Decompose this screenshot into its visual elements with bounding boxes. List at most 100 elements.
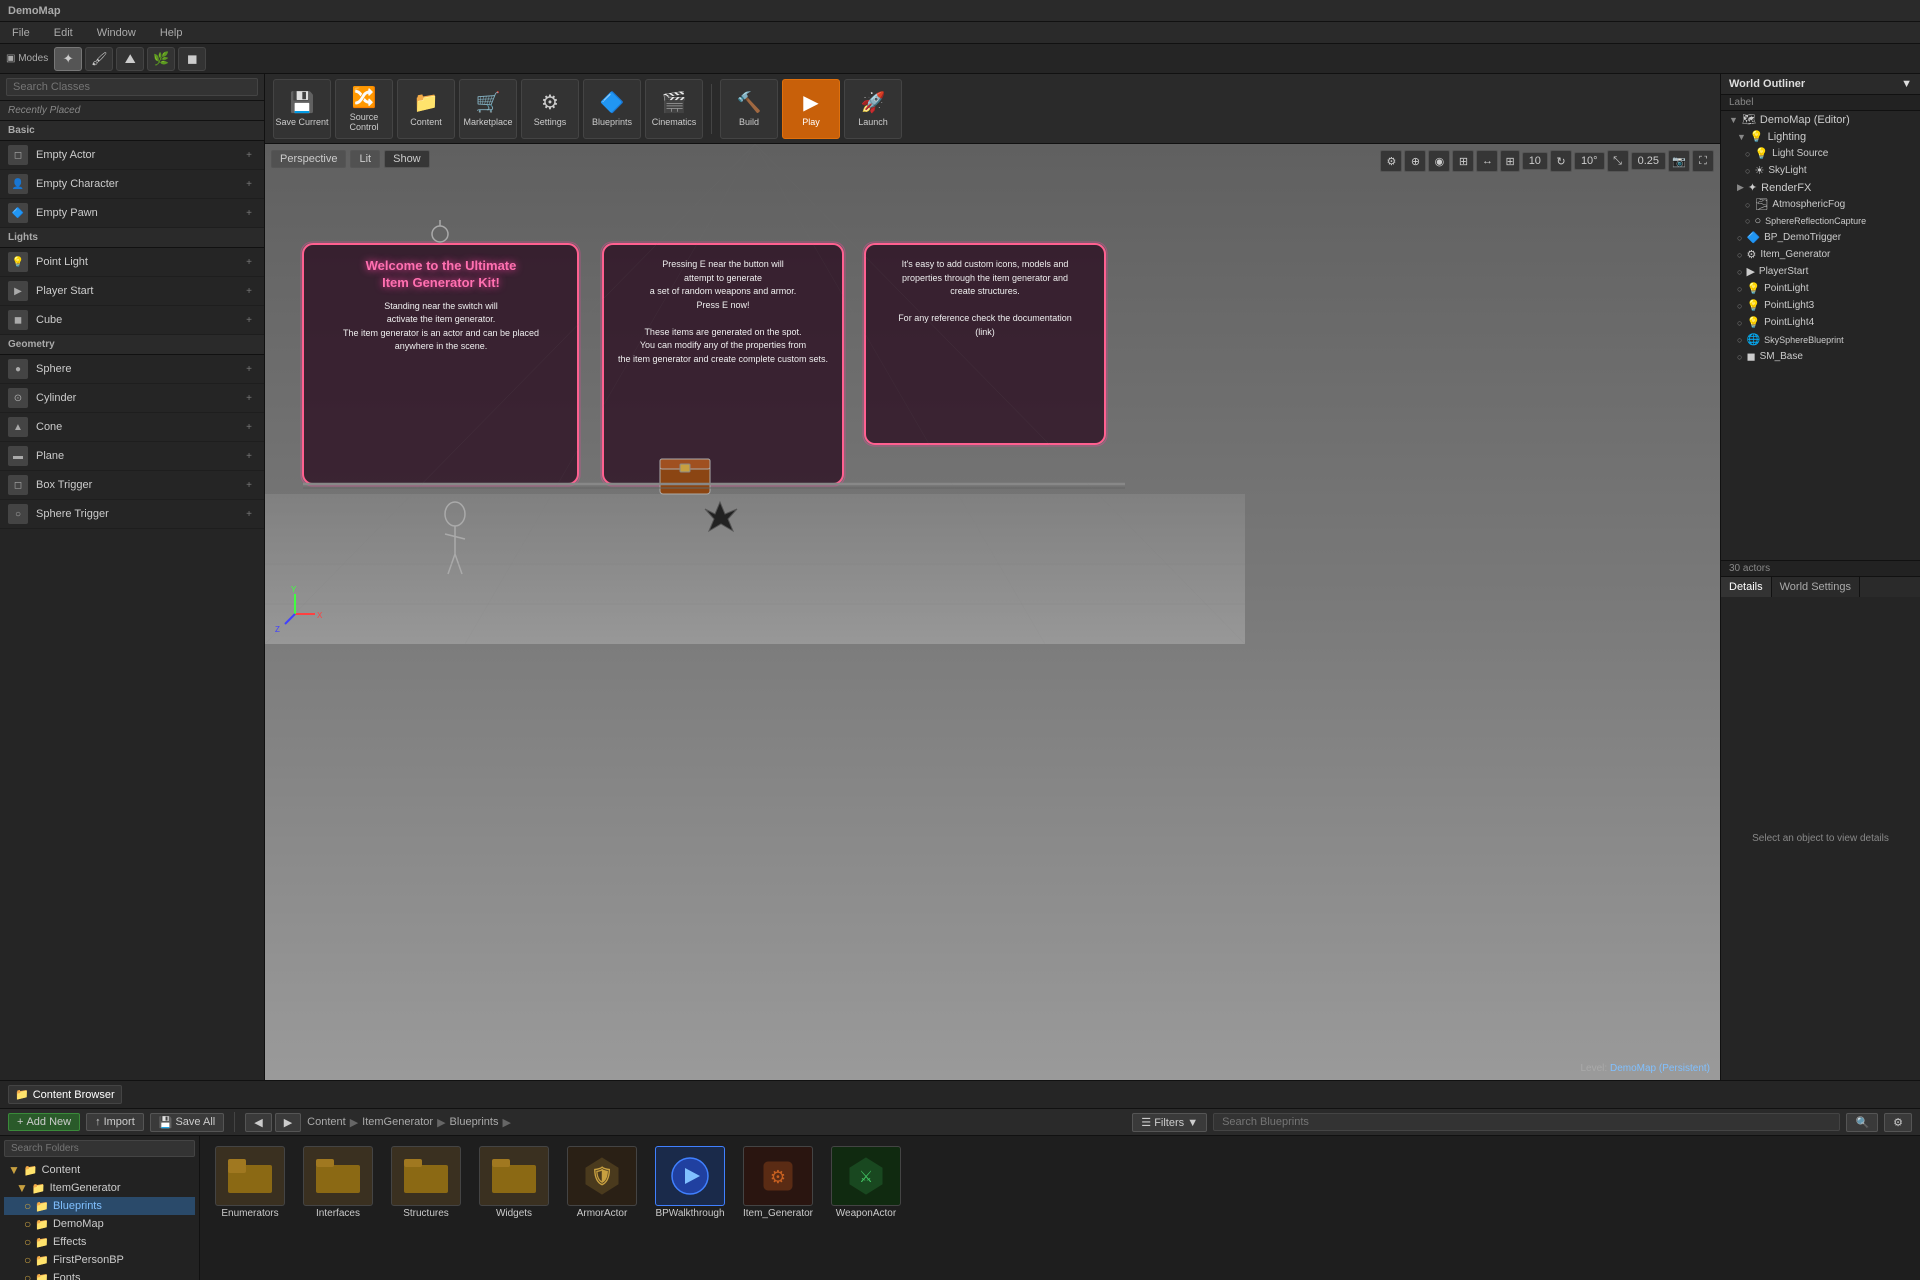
vp-icon5[interactable]: ↔ bbox=[1476, 150, 1498, 172]
vp-icon2[interactable]: ⊕ bbox=[1404, 150, 1426, 172]
nav-forward[interactable]: ▶ bbox=[275, 1113, 301, 1132]
vp-icon4[interactable]: ⊞ bbox=[1452, 150, 1474, 172]
mode-geometry-btn[interactable]: ◼ bbox=[178, 47, 206, 71]
asset-bpwalkthrough[interactable]: BPWalkthrough bbox=[650, 1146, 730, 1219]
cylinder-add[interactable]: + bbox=[242, 391, 256, 405]
folder-search-input[interactable] bbox=[4, 1140, 195, 1157]
menu-window[interactable]: Window bbox=[93, 25, 140, 41]
cinematics-button[interactable]: 🎬 Cinematics bbox=[645, 79, 703, 139]
outliner-item-pointlight[interactable]: ○💡PointLight bbox=[1721, 280, 1920, 297]
vp-snap-rot[interactable]: ↻ bbox=[1550, 150, 1572, 172]
cone-add[interactable]: + bbox=[242, 420, 256, 434]
empty-actor-item[interactable]: ◻ Empty Actor + bbox=[0, 141, 264, 170]
breadcrumb-content[interactable]: Content bbox=[307, 1116, 346, 1128]
vp-icon3[interactable]: ◉ bbox=[1428, 150, 1450, 172]
nav-back[interactable]: ◀ bbox=[245, 1113, 271, 1132]
asset-enumerators[interactable]: Enumerators bbox=[210, 1146, 290, 1219]
filters-button[interactable]: ☰ Filters ▼ bbox=[1132, 1113, 1207, 1132]
folder-demomap[interactable]: ○ 📁 DemoMap bbox=[4, 1215, 195, 1233]
save-all-button[interactable]: 💾 Save All bbox=[150, 1113, 224, 1132]
outliner-item-renderfx[interactable]: ▶✦RenderFX bbox=[1721, 179, 1920, 196]
menu-edit[interactable]: Edit bbox=[50, 25, 77, 41]
build-button[interactable]: 🔨 Build bbox=[720, 79, 778, 139]
vp-camera-speed[interactable]: 📷 bbox=[1668, 150, 1690, 172]
empty-pawn-item[interactable]: 🔷 Empty Pawn + bbox=[0, 199, 264, 228]
asset-armoractor[interactable]: 🛡 ArmorActor bbox=[562, 1146, 642, 1219]
asset-item-generator[interactable]: ⚙ Item_Generator bbox=[738, 1146, 818, 1219]
plane-add[interactable]: + bbox=[242, 449, 256, 463]
tab-details[interactable]: Details bbox=[1721, 577, 1772, 597]
cone-item[interactable]: ▲ Cone + bbox=[0, 413, 264, 442]
vp-snap-grid[interactable]: ⊞ bbox=[1500, 150, 1519, 172]
tab-world-settings[interactable]: World Settings bbox=[1772, 577, 1860, 597]
outliner-item-smbase[interactable]: ○◼SM_Base bbox=[1721, 348, 1920, 365]
mode-place-btn[interactable]: ✦ bbox=[54, 47, 82, 71]
folder-fonts[interactable]: ○ 📁 Fonts bbox=[4, 1269, 195, 1280]
outliner-item-demomap[interactable]: ▼🗺DemoMap (Editor) bbox=[1721, 111, 1920, 128]
point-light-add[interactable]: + bbox=[242, 255, 256, 269]
launch-button[interactable]: 🚀 Launch bbox=[844, 79, 902, 139]
marketplace-button[interactable]: 🛒 Marketplace bbox=[459, 79, 517, 139]
settings-button[interactable]: ⚙ Settings bbox=[521, 79, 579, 139]
content-browser-tab[interactable]: 📁 Content Browser bbox=[8, 1085, 122, 1104]
mode-foliage-btn[interactable]: 🌿 bbox=[147, 47, 175, 71]
asset-weaponactor[interactable]: ⚔ WeaponActor bbox=[826, 1146, 906, 1219]
breadcrumb-blueprints[interactable]: Blueprints bbox=[450, 1116, 499, 1128]
outliner-item-itemgenerator[interactable]: ○⚙Item_Generator bbox=[1721, 246, 1920, 263]
outliner-item-skylight[interactable]: ○☀SkyLight bbox=[1721, 162, 1920, 179]
outliner-item-bpdemotrigger[interactable]: ○🔷BP_DemoTrigger bbox=[1721, 229, 1920, 246]
cube-item[interactable]: ◼ Cube + bbox=[0, 306, 264, 335]
empty-character-item[interactable]: 👤 Empty Character + bbox=[0, 170, 264, 199]
mode-landscape-btn[interactable]: ⛰ bbox=[116, 47, 144, 71]
asset-interfaces[interactable]: Interfaces bbox=[298, 1146, 378, 1219]
outliner-item-atmosphericfog[interactable]: ○🌫AtmosphericFog bbox=[1721, 196, 1920, 213]
play-button[interactable]: ▶ Play bbox=[782, 79, 840, 139]
empty-pawn-add[interactable]: + bbox=[242, 206, 256, 220]
category-geometry[interactable]: Geometry bbox=[0, 335, 264, 355]
perspective-button[interactable]: Perspective bbox=[271, 150, 346, 168]
settings-button2[interactable]: ⚙ bbox=[1884, 1113, 1912, 1132]
blueprints-button[interactable]: 🔷 Blueprints bbox=[583, 79, 641, 139]
save-button[interactable]: 💾 Save Current bbox=[273, 79, 331, 139]
empty-actor-add[interactable]: + bbox=[242, 148, 256, 162]
player-start-add[interactable]: + bbox=[242, 284, 256, 298]
menu-help[interactable]: Help bbox=[156, 25, 187, 41]
asset-widgets[interactable]: Widgets bbox=[474, 1146, 554, 1219]
content-button[interactable]: 📁 Content bbox=[397, 79, 455, 139]
asset-search-input[interactable] bbox=[1213, 1113, 1840, 1131]
add-new-button[interactable]: + Add New bbox=[8, 1113, 80, 1131]
outliner-item-pointlight3[interactable]: ○💡PointLight3 bbox=[1721, 297, 1920, 314]
sphere-item[interactable]: ● Sphere + bbox=[0, 355, 264, 384]
category-basic[interactable]: Basic bbox=[0, 121, 264, 141]
menu-file[interactable]: File bbox=[8, 25, 34, 41]
vp-icon1[interactable]: ⚙ bbox=[1380, 150, 1402, 172]
outliner-item-sphererefl[interactable]: ○○SphereReflectionCapture bbox=[1721, 213, 1920, 229]
outliner-item-skysphere[interactable]: ○🌐SkySphereBlueprint bbox=[1721, 331, 1920, 348]
cylinder-item[interactable]: ⊙ Cylinder + bbox=[0, 384, 264, 413]
import-button[interactable]: ↑ Import bbox=[86, 1113, 144, 1131]
search-button[interactable]: 🔍 bbox=[1846, 1113, 1878, 1132]
sphere-add[interactable]: + bbox=[242, 362, 256, 376]
sphere-trigger-add[interactable]: + bbox=[242, 507, 256, 521]
show-button[interactable]: Show bbox=[384, 150, 430, 168]
category-lights[interactable]: Lights bbox=[0, 228, 264, 248]
breadcrumb-itemgenerator[interactable]: ItemGenerator bbox=[362, 1116, 433, 1128]
outliner-item-lighting[interactable]: ▼💡Lighting bbox=[1721, 128, 1920, 145]
vp-maximize[interactable]: ⛶ bbox=[1692, 150, 1714, 172]
folder-content[interactable]: ▼ 📁 Content bbox=[4, 1161, 195, 1179]
plane-item[interactable]: ▬ Plane + bbox=[0, 442, 264, 471]
folder-blueprints[interactable]: ○ 📁 Blueprints bbox=[4, 1197, 195, 1215]
cube-add[interactable]: + bbox=[242, 313, 256, 327]
point-light-item[interactable]: 💡 Point Light + bbox=[0, 248, 264, 277]
box-trigger-item[interactable]: ◻ Box Trigger + bbox=[0, 471, 264, 500]
player-start-item[interactable]: ▶ Player Start + bbox=[0, 277, 264, 306]
sphere-trigger-item[interactable]: ○ Sphere Trigger + bbox=[0, 500, 264, 529]
outliner-item-playerstart[interactable]: ○▶PlayerStart bbox=[1721, 263, 1920, 280]
empty-character-add[interactable]: + bbox=[242, 177, 256, 191]
folder-firstpersonbp[interactable]: ○ 📁 FirstPersonBP bbox=[4, 1251, 195, 1269]
lit-button[interactable]: Lit bbox=[350, 150, 380, 168]
outliner-item-pointlight4[interactable]: ○💡PointLight4 bbox=[1721, 314, 1920, 331]
outliner-item-lightsource[interactable]: ○💡Light Source bbox=[1721, 145, 1920, 162]
viewport[interactable]: X Y Z Welcome to the UltimateItem Genera… bbox=[265, 144, 1720, 1080]
folder-itemgenerator[interactable]: ▼ 📁 ItemGenerator bbox=[4, 1179, 195, 1197]
